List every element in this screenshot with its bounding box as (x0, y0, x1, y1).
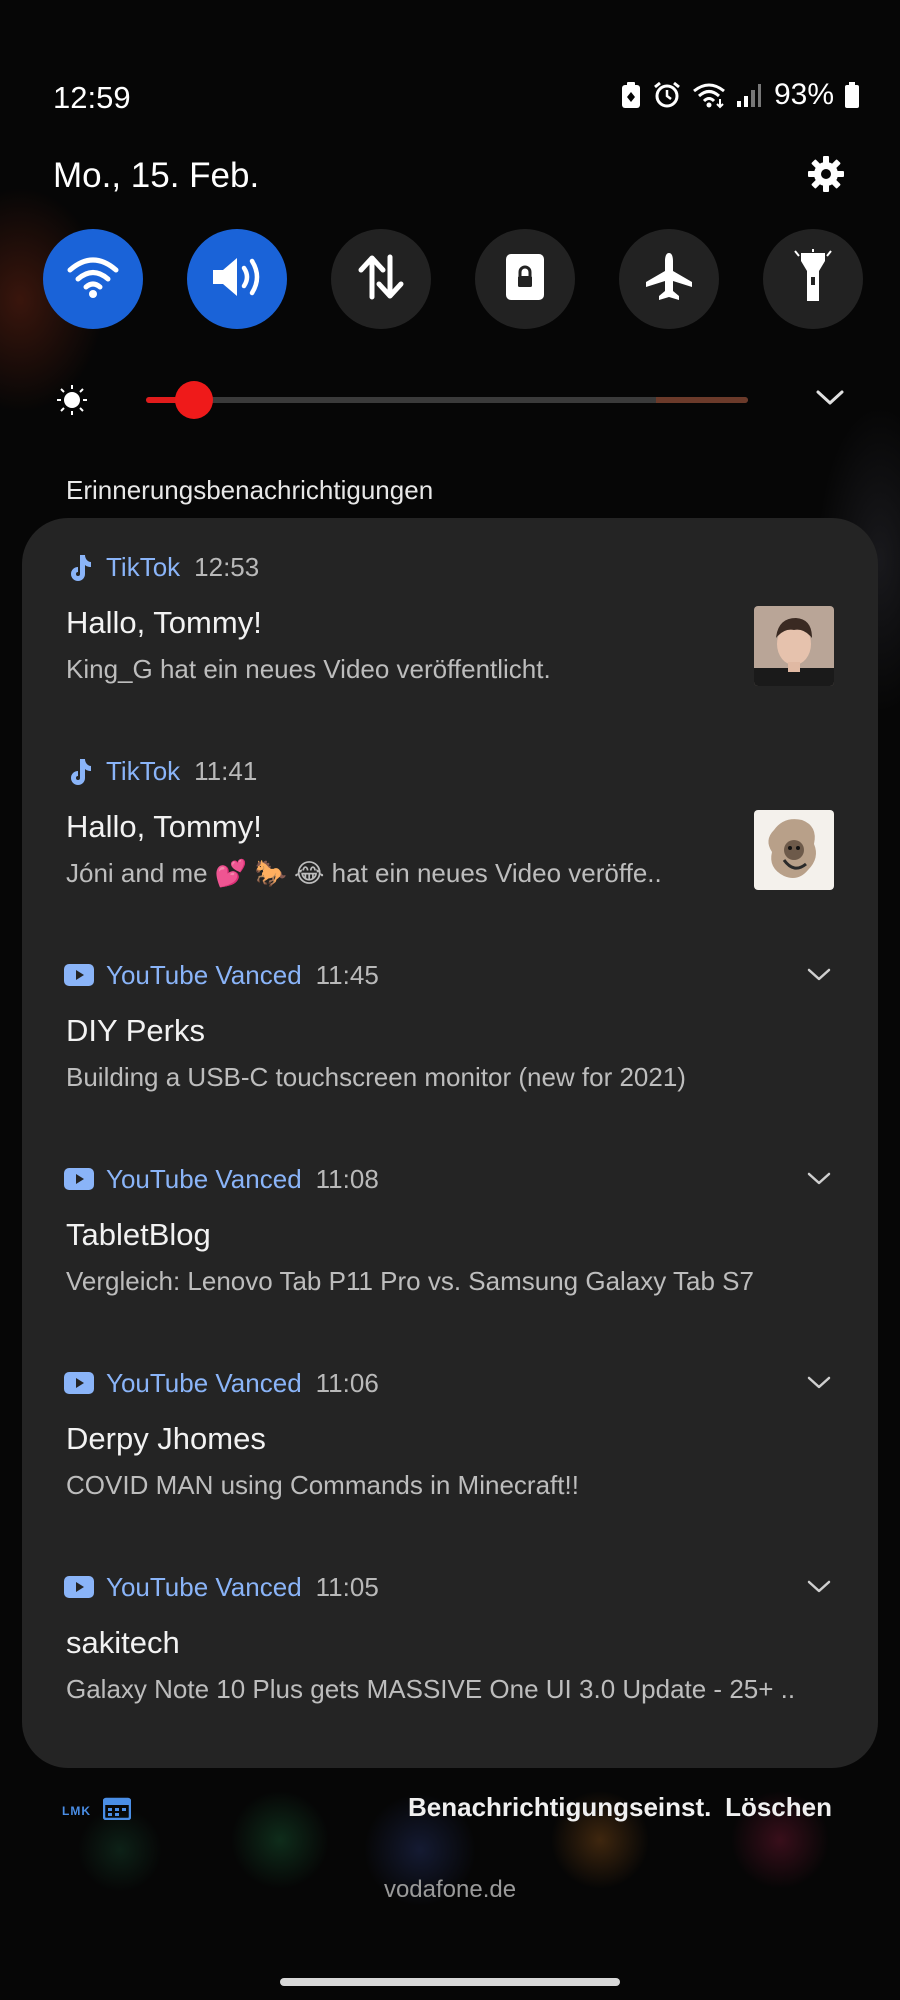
chevron-down-icon (815, 389, 845, 412)
tile-flashlight[interactable] (763, 229, 863, 329)
youtube-icon (64, 960, 94, 990)
notification-header: YouTube Vanced 11:45 (64, 958, 379, 992)
notification-item[interactable]: YouTube Vanced 11:05 sakitech Galaxy Not… (22, 1538, 878, 1738)
expand-tiles-button[interactable] (812, 384, 848, 416)
clear-all-button[interactable]: Löschen (725, 1792, 832, 1823)
app-name: YouTube Vanced (106, 1571, 302, 1602)
notification-thumbnail (754, 810, 834, 890)
notification-shade: 12:59 93% Mo., 15. Feb. Erinnerungsbenac… (0, 0, 900, 2000)
notification-title: TabletBlog (66, 1217, 211, 1252)
app-name: YouTube Vanced (106, 1163, 302, 1194)
date-label: Mo., 15. Feb. (53, 156, 260, 195)
status-bar: 12:59 93% (0, 72, 900, 120)
section-title: Erinnerungsbenachrichtigungen (66, 475, 434, 505)
flashlight-icon (793, 248, 833, 310)
battery-saver-icon (620, 81, 642, 109)
notification-time: 11:45 (315, 959, 379, 990)
notification-header: YouTube Vanced 11:05 (64, 1570, 379, 1604)
gear-icon (806, 154, 846, 199)
signal-icon (736, 82, 762, 108)
data-transfer-icon (355, 253, 407, 306)
youtube-icon (64, 1572, 94, 1602)
settings-button[interactable] (804, 154, 848, 198)
notification-title: Hallo, Tommy! (66, 809, 262, 844)
app-name: YouTube Vanced (106, 959, 302, 990)
notification-time: 11:06 (315, 1367, 379, 1398)
battery-percent: 93% (773, 78, 834, 111)
notification-item[interactable]: TikTok 12:53 Hallo, Tommy! King_G hat ei… (22, 518, 878, 718)
notification-header: TikTok 11:41 (64, 754, 257, 788)
expand-notification-button[interactable] (804, 1370, 834, 1400)
notification-text: King_G hat ein neues Video veröffentlich… (66, 654, 551, 684)
brightness-thumb[interactable] (175, 381, 214, 419)
brightness-track-end (656, 397, 748, 403)
brightness-slider[interactable] (146, 397, 748, 403)
app-name: YouTube Vanced (106, 1367, 302, 1398)
battery-icon (844, 81, 860, 109)
notification-time: 11:05 (315, 1571, 379, 1602)
notification-header: YouTube Vanced 11:06 (64, 1366, 379, 1400)
lock-icon (503, 252, 547, 307)
youtube-icon (64, 1164, 94, 1194)
notification-time: 12:53 (194, 551, 260, 582)
notification-text: Building a USB-C touchscreen monitor (ne… (66, 1062, 686, 1092)
notification-settings-button[interactable]: Benachrichtigungseinst. (408, 1792, 711, 1823)
notification-time: 11:08 (315, 1163, 379, 1194)
notification-item[interactable]: YouTube Vanced 11:45 DIY Perks Building … (22, 926, 878, 1126)
youtube-icon (64, 1368, 94, 1398)
chevron-down-icon (807, 1580, 831, 1599)
lnk-icon[interactable]: LMK (62, 1804, 91, 1818)
notification-text: Jóni and me 💕 🐎 😂 hat ein neues Video ve… (66, 858, 662, 888)
notification-title: sakitech (66, 1625, 180, 1660)
tile-wifi[interactable] (43, 229, 143, 329)
tile-sound[interactable] (187, 229, 287, 329)
chevron-down-icon (807, 1376, 831, 1395)
notification-item[interactable]: YouTube Vanced 11:06 Derpy Jhomes COVID … (22, 1334, 878, 1534)
chevron-down-icon (807, 968, 831, 987)
notification-header: YouTube Vanced 11:08 (64, 1162, 379, 1196)
tiktok-icon (64, 756, 94, 786)
expand-notification-button[interactable] (804, 1166, 834, 1196)
sun-icon (56, 384, 88, 421)
notification-card: TikTok 12:53 Hallo, Tommy! King_G hat ei… (22, 518, 878, 1768)
home-indicator[interactable] (280, 1978, 620, 1986)
quick-settings-tiles (43, 229, 863, 329)
volume-icon (209, 254, 265, 305)
notification-item[interactable]: YouTube Vanced 11:08 TabletBlog Vergleic… (22, 1130, 878, 1330)
notification-text: Galaxy Note 10 Plus gets MASSIVE One UI … (66, 1674, 796, 1704)
tile-rotation-lock[interactable] (475, 229, 575, 329)
notification-title: DIY Perks (66, 1013, 205, 1048)
wifi-icon (67, 254, 119, 305)
app-name: TikTok (106, 551, 181, 582)
brightness-row (0, 370, 900, 430)
brightness-fill (146, 397, 177, 403)
status-icons: 93% (620, 78, 860, 112)
status-time: 12:59 (53, 80, 131, 115)
notification-thumbnail (754, 606, 834, 686)
app-name: TikTok (106, 755, 181, 786)
expand-notification-button[interactable] (804, 962, 834, 992)
carrier-label: vodafone.de (383, 1876, 517, 1903)
alarm-icon (652, 80, 682, 110)
notification-header: TikTok 12:53 (64, 550, 259, 584)
notification-time: 11:41 (194, 755, 258, 786)
expand-notification-button[interactable] (804, 1574, 834, 1604)
notification-footer: LMK Benachrichtigungseinst. Löschen (0, 1780, 900, 1840)
notification-text: COVID MAN using Commands in Minecraft!! (66, 1470, 579, 1500)
notification-title: Hallo, Tommy! (66, 605, 262, 640)
airplane-icon (642, 250, 696, 309)
tile-mobile-data[interactable] (331, 229, 431, 329)
notification-item[interactable]: TikTok 11:41 Hallo, Tommy! Jóni and me 💕… (22, 722, 878, 922)
tiktok-icon (64, 552, 94, 582)
app-shortcut-icons: LMK (62, 1796, 132, 1825)
calendar-icon[interactable] (102, 1796, 132, 1825)
wifi-icon (692, 81, 726, 109)
chevron-down-icon (807, 1172, 831, 1191)
tile-airplane-mode[interactable] (619, 229, 719, 329)
notification-title: Derpy Jhomes (66, 1421, 266, 1456)
notification-text: Vergleich: Lenovo Tab P11 Pro vs. Samsun… (66, 1266, 754, 1296)
date-row: Mo., 15. Feb. (0, 152, 900, 208)
